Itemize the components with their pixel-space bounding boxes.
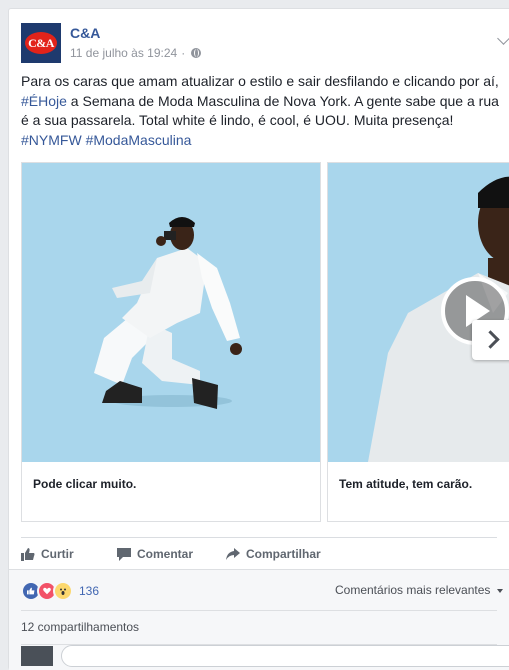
page-avatar[interactable]: C&A: [21, 23, 61, 63]
thumbs-up-icon: [21, 548, 35, 561]
comment-icon: [117, 548, 131, 561]
action-bar: Curtir Comentar Compartilhar: [21, 537, 497, 568]
hashtag-nymfw[interactable]: #NYMFW: [21, 132, 82, 148]
carousel-card[interactable]: Pode clicar muito.: [21, 162, 321, 522]
post-header: C&A C&A 11 de julho às 19:24 ·: [21, 21, 509, 65]
post-card: C&A C&A 11 de julho às 19:24 · Para os c…: [8, 8, 509, 670]
hashtag-modamasculina[interactable]: #ModaMasculina: [86, 132, 192, 148]
reaction-count[interactable]: 136: [79, 584, 99, 598]
user-avatar: [21, 646, 53, 666]
chevron-down-icon[interactable]: [497, 32, 509, 45]
share-label: Compartilhar: [246, 547, 321, 561]
globe-icon[interactable]: [191, 48, 202, 58]
meta-separator: ·: [181, 46, 186, 60]
card-caption[interactable]: Tem atitude, tem carão.: [339, 477, 472, 491]
divider: [21, 610, 497, 611]
shares-row: 12 compartilhamentos: [9, 610, 509, 670]
share-button[interactable]: Compartilhar: [226, 547, 321, 561]
post-timestamp[interactable]: 11 de julho às 19:24: [70, 46, 177, 60]
comment-button[interactable]: Comentar: [117, 547, 193, 561]
post-text: Para os caras que amam atualizar o estil…: [21, 72, 499, 150]
comment-sort-label: Comentários mais relevantes: [335, 583, 491, 597]
carousel-image[interactable]: [22, 163, 320, 462]
post-text-part2: a Semana de Moda Masculina de Nova York.…: [21, 92, 499, 129]
like-button[interactable]: Curtir: [21, 547, 74, 561]
comment-label: Comentar: [137, 547, 194, 561]
post-meta: 11 de julho às 19:24 ·: [70, 46, 202, 60]
comment-input[interactable]: [61, 645, 509, 667]
card-caption[interactable]: Pode clicar muito.: [33, 477, 136, 491]
post-text-part1: Para os caras que amam atualizar o estil…: [21, 73, 499, 89]
share-icon: [226, 548, 240, 560]
wow-icon: [53, 581, 73, 601]
reactions-summary[interactable]: 136: [21, 581, 99, 601]
comment-sort-dropdown[interactable]: Comentários mais relevantes: [335, 583, 503, 597]
model-photo-2: [368, 176, 509, 462]
page-name-link[interactable]: C&A: [70, 25, 100, 41]
reactions-row: 136 Comentários mais relevantes: [9, 569, 509, 610]
like-label: Curtir: [41, 547, 74, 561]
brand-logo: C&A: [25, 32, 57, 54]
carousel-image[interactable]: [328, 163, 509, 462]
model-photo-1: [94, 217, 242, 409]
carousel-next-button[interactable]: [472, 320, 509, 360]
caret-down-icon: [496, 588, 503, 593]
share-count[interactable]: 12 compartilhamentos: [21, 620, 139, 634]
hashtag-ehoje[interactable]: #ÉHoje: [21, 93, 67, 109]
